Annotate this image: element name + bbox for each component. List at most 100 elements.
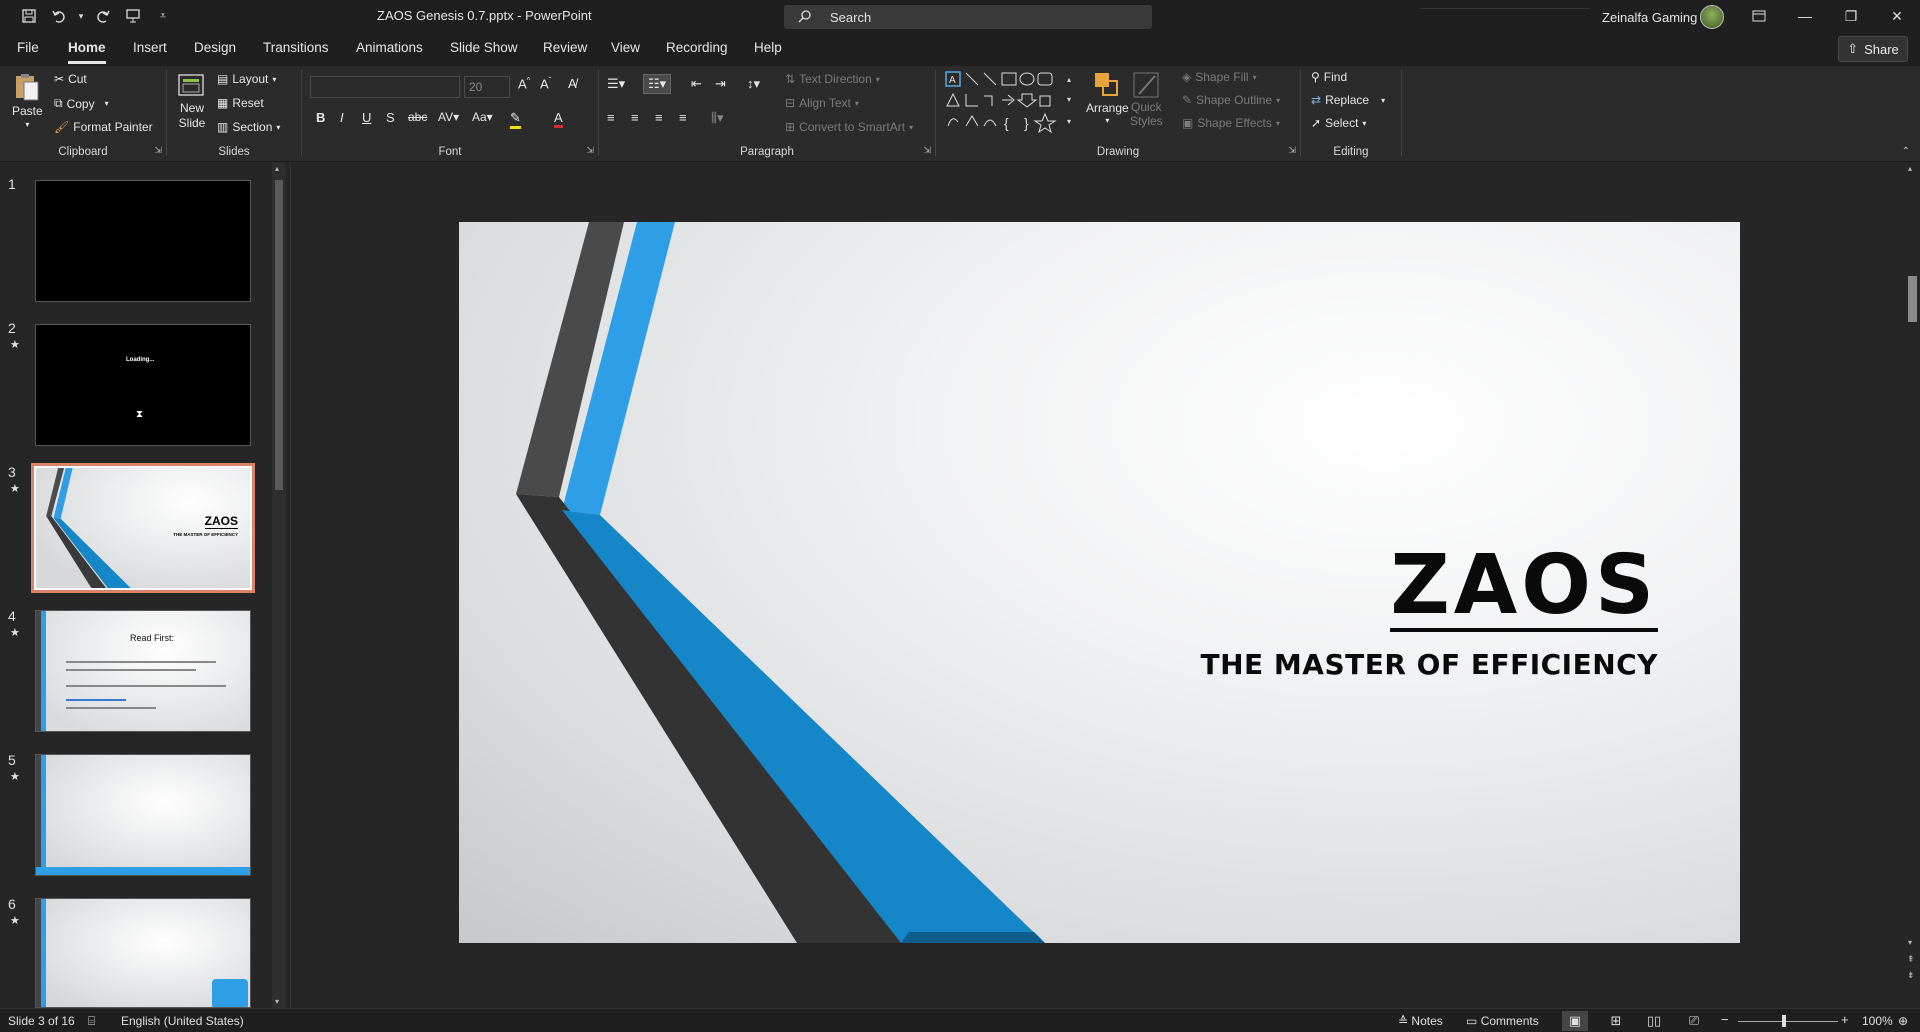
font-size-box[interactable]: 20 [464,76,510,98]
present-icon[interactable] [118,0,148,32]
change-case-icon[interactable]: Aa▾ [472,110,493,124]
scroll-down-icon[interactable]: ▾ [275,997,279,1006]
tab-slide-show[interactable]: Slide Show [450,40,518,61]
find-button[interactable]: ⚲ Find [1311,70,1347,84]
redo-icon[interactable] [88,0,118,32]
tab-help[interactable]: Help [754,40,782,61]
convert-smartart-button[interactable]: ⊞ Convert to SmartArt ▾ [785,120,913,134]
customize-qat-icon[interactable]: ⩡ [148,0,178,32]
zoom-slider[interactable] [1738,1021,1838,1022]
replace-button[interactable]: ⇄ Replace ▾ [1311,93,1385,107]
shape-fill-button[interactable]: ◈ Shape Fill ▾ [1182,70,1257,84]
copy-button[interactable]: ⧉ Copy ▾ [54,96,109,111]
arrange-button[interactable]: Arrange ▾ [1086,70,1129,125]
tab-home[interactable]: Home [68,40,106,64]
zoom-slider-thumb[interactable] [1782,1015,1786,1027]
tab-file[interactable]: File [17,40,39,61]
increase-indent-icon[interactable]: ⇥ [715,76,726,92]
drawing-launcher-icon[interactable]: ⇲ [1288,145,1296,156]
layout-button[interactable]: ▤ Layout ▾ [217,72,276,86]
highlight-icon[interactable]: ✎ [510,110,521,129]
minimize-icon[interactable]: — [1782,0,1828,32]
zoom-in-icon[interactable]: + [1841,1012,1849,1027]
new-slide-button[interactable]: New Slide [177,70,207,130]
zoom-level[interactable]: 100% [1862,1014,1893,1028]
slide-thumbnail-5[interactable] [35,754,251,876]
previous-slide-icon[interactable]: ⇞ [1907,954,1915,965]
shapes-gallery[interactable]: A { } ▴ ▾ ▾ [944,70,1078,134]
share-button[interactable]: ⇧ Share [1838,36,1908,62]
slide-thumbnail-1[interactable] [35,180,251,302]
reset-button[interactable]: ▦ Reset [217,96,264,110]
slide-thumbnail-2[interactable]: Loading... ⧗ [35,324,251,446]
undo-icon[interactable] [44,0,74,32]
next-slide-icon[interactable]: ⇟ [1907,970,1915,981]
clear-formatting-icon[interactable]: A̸ [568,76,577,91]
save-icon[interactable] [14,0,44,32]
font-name-box[interactable] [310,76,460,98]
grow-font-icon[interactable]: A^ [518,76,530,91]
shrink-font-icon[interactable]: Aˇ [540,76,551,91]
line-spacing-icon[interactable]: ↕▾ [747,76,760,92]
decrease-indent-icon[interactable]: ⇤ [691,76,702,92]
slide-subtitle[interactable]: THE MASTER OF EFFICIENCY [1201,648,1658,681]
select-button[interactable]: ➚ Select ▾ [1311,116,1366,130]
notes-button[interactable]: ≙ Notes [1398,1014,1443,1028]
text-direction-button[interactable]: ⇅ Text Direction ▾ [785,72,880,86]
tab-review[interactable]: Review [543,40,587,61]
section-button[interactable]: ▥ Section ▾ [217,120,280,134]
italic-icon[interactable]: I [340,110,344,125]
normal-view-icon[interactable]: ▣ [1562,1011,1588,1031]
align-center-icon[interactable]: ≡ [631,110,639,125]
format-painter-button[interactable]: 🖌 Format Painter [54,120,153,134]
editor-scrollbar[interactable]: ▴ ▾ ⇞ ⇟ [1904,162,1920,1008]
tab-design[interactable]: Design [194,40,236,61]
shape-effects-button[interactable]: ▣ Shape Effects ▾ [1182,116,1280,130]
close-icon[interactable]: ✕ [1874,0,1920,32]
scroll-up-icon[interactable]: ▴ [1908,164,1912,173]
avatar[interactable] [1700,5,1724,29]
quick-styles-button[interactable]: Quick Styles [1130,70,1163,128]
undo-dropdown-icon[interactable]: ▾ [74,0,88,32]
slide-title[interactable]: ZAOS [1390,544,1658,632]
language[interactable]: English (United States) [121,1014,244,1028]
numbering-icon[interactable]: ☷▾ [643,74,672,94]
underline-icon[interactable]: U [362,110,371,125]
tab-animations[interactable]: Animations [356,40,423,61]
scroll-up-icon[interactable]: ▴ [275,164,279,173]
tab-recording[interactable]: Recording [666,40,728,61]
thumbnail-scroll-thumb[interactable] [275,180,283,490]
strikethrough-icon[interactable]: abc [408,110,427,124]
align-right-icon[interactable]: ≡ [655,110,663,125]
paragraph-launcher-icon[interactable]: ⇲ [923,145,931,156]
tab-insert[interactable]: Insert [133,40,167,61]
shape-outline-button[interactable]: ✎ Shape Outline ▾ [1182,93,1280,107]
clipboard-launcher-icon[interactable]: ⇲ [154,145,162,156]
thumbnail-scrollbar[interactable]: ▴ ▾ [272,162,286,1008]
align-text-button[interactable]: ⊟ Align Text ▾ [785,96,859,110]
slide-thumbnail-4[interactable]: Read First: [35,610,251,732]
slide-sorter-icon[interactable]: ⊞ [1603,1011,1629,1031]
tab-view[interactable]: View [611,40,640,61]
ribbon-display-icon[interactable] [1736,0,1782,32]
fit-to-window-icon[interactable]: ⊕ [1898,1014,1908,1028]
font-color-icon[interactable]: A [554,110,563,128]
scroll-down-icon[interactable]: ▾ [1908,938,1912,947]
align-left-icon[interactable]: ≡ [607,110,615,125]
slide-thumbnail-3[interactable]: ZAOS THE MASTER OF EFFICIENCY [31,463,255,593]
bullets-icon[interactable]: ☰▾ [607,76,625,92]
zoom-out-icon[interactable]: − [1721,1012,1729,1027]
cut-button[interactable]: ✂ Cut [54,72,87,86]
editor-scroll-thumb[interactable] [1908,276,1917,322]
justify-icon[interactable]: ≡ [679,110,687,125]
collapse-ribbon-icon[interactable]: ⌃ [1902,146,1910,157]
comments-button[interactable]: ▭ Comments [1466,1014,1539,1028]
bold-icon[interactable]: B [316,110,325,125]
restore-icon[interactable]: ❐ [1828,0,1874,32]
slideshow-view-icon[interactable]: ⎚ [1681,1011,1707,1031]
paste-button[interactable]: Paste ▾ [12,72,43,129]
font-launcher-icon[interactable]: ⇲ [586,145,594,156]
shadow-icon[interactable]: S [386,110,395,125]
slide-canvas[interactable]: ZAOS THE MASTER OF EFFICIENCY [459,222,1740,943]
accessibility-icon[interactable]: ⌸ [88,1014,95,1029]
